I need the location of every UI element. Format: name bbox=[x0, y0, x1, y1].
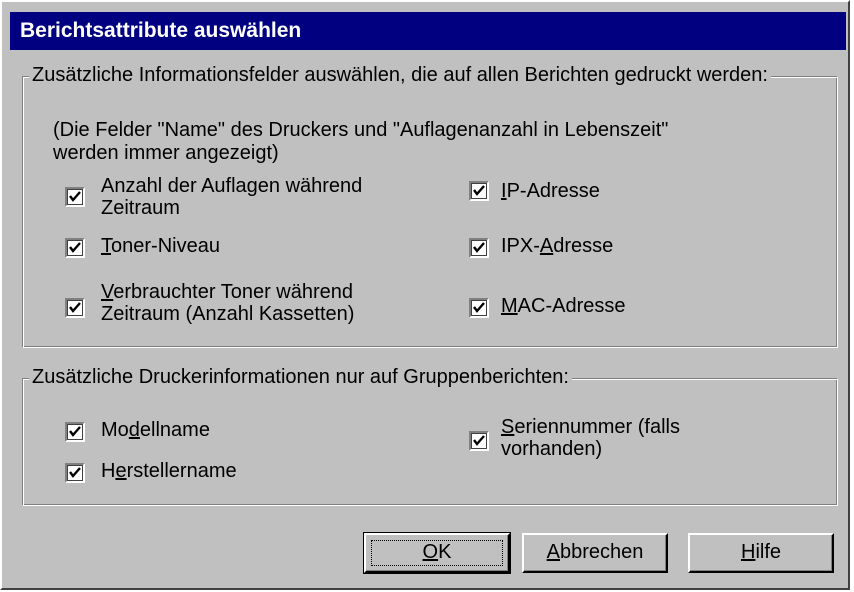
checkmark-icon bbox=[69, 191, 81, 202]
checkmark-icon bbox=[473, 302, 485, 313]
label-mac-adresse: MAC-Adresse bbox=[501, 295, 626, 317]
label-herstellername: Herstellername bbox=[101, 460, 237, 482]
checkbox-mac-adresse-box[interactable] bbox=[469, 298, 489, 318]
info-note-line2: werden immer angezeigt) bbox=[53, 142, 279, 164]
label-modellname: Modellname bbox=[101, 419, 210, 441]
checkbox-toner-niveau-box[interactable] bbox=[65, 238, 85, 258]
label-ip-adresse: IP-Adresse bbox=[501, 180, 600, 202]
dialog-window: Berichtsattribute auswählen Zusätzliche … bbox=[0, 0, 850, 590]
label-toner-niveau: Toner-Niveau bbox=[101, 235, 220, 257]
info-note: (Die Felder "Name" des Druckers und "Auf… bbox=[53, 119, 668, 165]
checkbox-ipx-adresse-box[interactable] bbox=[469, 238, 489, 258]
checkbox-seriennummer-box[interactable] bbox=[469, 431, 489, 451]
checkmark-icon bbox=[69, 467, 81, 478]
label-verbrauchter-toner: Verbrauchter Toner während Zeitraum (Anza… bbox=[101, 281, 355, 325]
checkbox-ip-adresse-box[interactable] bbox=[469, 181, 489, 201]
checkbox-verbrauchter-toner-box[interactable] bbox=[65, 298, 85, 318]
checkmark-icon bbox=[473, 435, 485, 446]
checkmark-icon bbox=[473, 242, 485, 253]
ok-button[interactable]: OK bbox=[363, 532, 511, 574]
info-fields-group: Zusätzliche Informationsfelder auswählen… bbox=[22, 64, 838, 348]
group-reports-group: Zusätzliche Druckerinformationen nur auf… bbox=[22, 366, 838, 506]
group-reports-legend: Zusätzliche Druckerinformationen nur auf… bbox=[29, 366, 572, 389]
checkbox-auflagen-zeitraum-box[interactable] bbox=[65, 187, 85, 207]
title-bar: Berichtsattribute auswählen bbox=[10, 12, 846, 50]
info-fields-legend: Zusätzliche Informationsfelder auswählen… bbox=[29, 64, 771, 87]
window-title: Berichtsattribute auswählen bbox=[20, 19, 302, 42]
checkmark-icon bbox=[473, 185, 485, 196]
checkbox-herstellername-box[interactable] bbox=[65, 463, 85, 483]
focus-rect bbox=[371, 540, 503, 566]
label-seriennummer: Seriennummer (falls vorhanden) bbox=[501, 416, 680, 460]
label-ipx-adresse: IPX-Adresse bbox=[501, 235, 614, 257]
info-note-line1: (Die Felder "Name" des Druckers und "Auf… bbox=[53, 119, 669, 141]
checkmark-icon bbox=[69, 426, 81, 437]
checkmark-icon bbox=[69, 242, 81, 253]
checkmark-icon bbox=[69, 302, 81, 313]
checkbox-modellname-box[interactable] bbox=[65, 422, 85, 442]
help-button[interactable]: Hilfe bbox=[688, 533, 834, 573]
cancel-button[interactable]: Abbrechen bbox=[522, 533, 668, 573]
label-auflagen-zeitraum: Anzahl der Auflagen während Zeitraum bbox=[101, 175, 363, 219]
